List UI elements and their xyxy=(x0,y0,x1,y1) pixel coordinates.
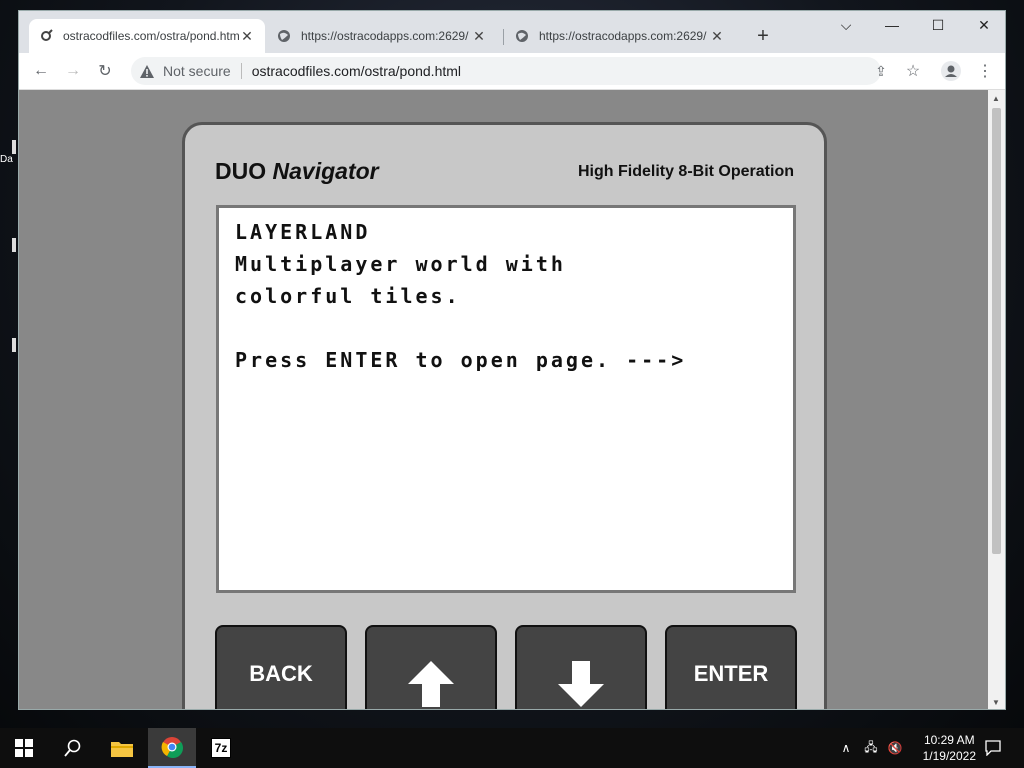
toolbar: ← → ↻ Not secure ostracodfiles.com/ostra… xyxy=(19,53,1005,90)
back-button[interactable]: BACK xyxy=(215,625,347,709)
device-model: Navigator xyxy=(272,158,379,184)
tab-title: https://ostracodapps.com:2629/ xyxy=(539,29,707,43)
tab-pond[interactable]: ostracodfiles.com/ostra/pond.htm ✕ xyxy=(29,19,265,53)
reload-icon[interactable]: ↻ xyxy=(95,61,115,81)
close-tab-icon[interactable]: ✕ xyxy=(471,28,487,45)
clock-time: 10:29 AM xyxy=(923,733,975,747)
desktop-icon[interactable] xyxy=(0,338,18,352)
network-icon[interactable]: 🖧 xyxy=(860,728,882,768)
down-button[interactable] xyxy=(515,625,647,709)
desktop-icon-label: Da xyxy=(0,154,13,165)
screen-line xyxy=(235,316,793,348)
minimize-icon[interactable]: — xyxy=(877,17,907,33)
tray-chevron-icon[interactable]: ∧ xyxy=(836,728,856,768)
maximize-icon[interactable]: ☐ xyxy=(923,17,953,34)
notifications-icon[interactable] xyxy=(980,728,1006,768)
device-title: DUO Navigator xyxy=(215,158,379,185)
scrollbar-thumb[interactable] xyxy=(992,108,1001,554)
device-keys: BACK ENTER xyxy=(215,625,799,709)
back-icon[interactable]: ← xyxy=(31,61,51,81)
tab-title: https://ostracodapps.com:2629/ xyxy=(301,29,469,43)
tab-title: ostracodfiles.com/ostra/pond.htm xyxy=(63,29,239,43)
search-icon[interactable] xyxy=(50,728,96,768)
forward-icon[interactable]: → xyxy=(63,61,83,81)
menu-icon[interactable]: ⋮ xyxy=(975,61,995,81)
up-button[interactable] xyxy=(365,625,497,709)
share-icon[interactable]: ⇪ xyxy=(871,61,891,81)
page-viewport: DUO Navigator High Fidelity 8-Bit Operat… xyxy=(19,90,989,709)
tab-ostracodapps-1[interactable]: https://ostracodapps.com:2629/ ✕ xyxy=(267,19,497,53)
url-text[interactable]: ostracodfiles.com/ostra/pond.html xyxy=(252,63,461,79)
7zip-icon[interactable]: 7z xyxy=(198,728,244,768)
globe-icon xyxy=(515,29,529,43)
profile-icon[interactable] xyxy=(941,61,961,81)
down-arrow-icon xyxy=(558,661,604,707)
duo-navigator-device: DUO Navigator High Fidelity 8-Bit Operat… xyxy=(182,122,827,709)
security-label: Not secure xyxy=(163,63,231,79)
taskbar: 7z ∧ 🖧 🔇 10:29 AM 1/19/2022 xyxy=(0,728,1024,768)
volume-muted-icon[interactable]: 🔇 xyxy=(884,728,906,768)
device-screen: LAYERLAND Multiplayer world with colorfu… xyxy=(216,205,796,593)
close-tab-icon[interactable]: ✕ xyxy=(709,28,725,45)
close-tab-icon[interactable]: ✕ xyxy=(239,28,255,45)
scroll-up-icon[interactable]: ▲ xyxy=(992,94,1000,103)
file-explorer-icon[interactable] xyxy=(98,728,146,768)
clock[interactable]: 10:29 AM 1/19/2022 xyxy=(923,732,976,764)
up-arrow-icon xyxy=(408,661,454,707)
device-subtitle: High Fidelity 8-Bit Operation xyxy=(577,163,794,180)
bookmark-star-icon[interactable]: ☆ xyxy=(903,61,923,81)
device-brand: DUO xyxy=(215,158,267,184)
desktop-icon[interactable] xyxy=(0,238,18,252)
tab-separator xyxy=(503,29,504,45)
close-window-icon[interactable]: ✕ xyxy=(969,17,999,34)
enter-button[interactable]: ENTER xyxy=(665,625,797,709)
vertical-scrollbar[interactable]: ▲ ▼ xyxy=(988,90,1005,709)
chrome-icon[interactable] xyxy=(148,728,196,768)
screen-line: Multiplayer world with xyxy=(235,252,566,276)
windows-start-icon[interactable] xyxy=(0,728,48,768)
tab-strip: ostracodfiles.com/ostra/pond.htm ✕ https… xyxy=(19,11,1005,53)
screen-line: LAYERLAND xyxy=(235,220,371,244)
address-bar[interactable]: Not secure ostracodfiles.com/ostra/pond.… xyxy=(131,57,881,85)
globe-icon xyxy=(277,29,291,43)
new-tab-button[interactable]: + xyxy=(753,25,773,48)
ostracod-icon xyxy=(39,29,53,43)
browser-window: ostracodfiles.com/ostra/pond.htm ✕ https… xyxy=(18,10,1006,710)
tab-search-icon[interactable]: ⌵ xyxy=(831,17,861,34)
scroll-down-icon[interactable]: ▼ xyxy=(992,698,1000,707)
tab-ostracodapps-2[interactable]: https://ostracodapps.com:2629/ ✕ xyxy=(505,19,735,53)
clock-date: 1/19/2022 xyxy=(922,749,976,763)
warning-icon[interactable] xyxy=(139,63,155,79)
7zip-label: 7z xyxy=(210,738,232,758)
screen-line: Press ENTER to open page. ---> xyxy=(235,348,687,372)
screen-line: colorful tiles. xyxy=(235,284,461,308)
desktop-icon[interactable]: Da xyxy=(0,140,18,166)
divider xyxy=(240,63,242,79)
